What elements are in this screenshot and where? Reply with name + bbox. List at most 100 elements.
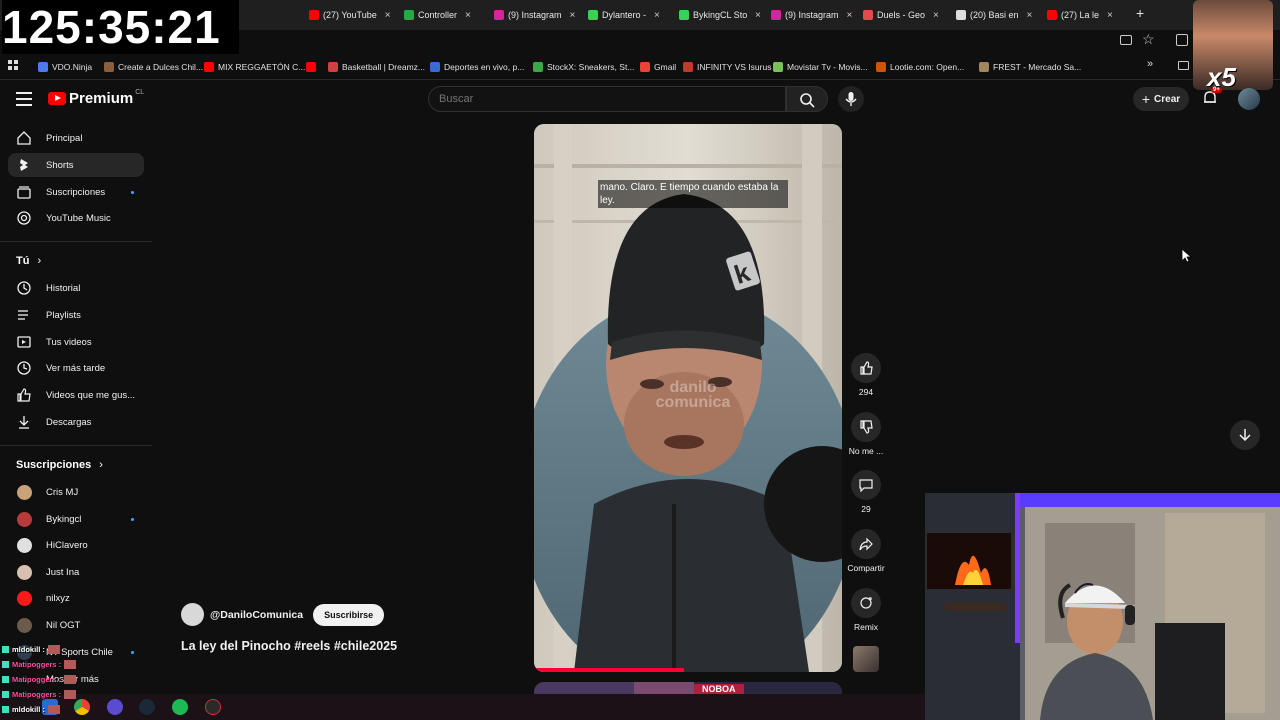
sound-thumbnail[interactable]: [853, 646, 879, 672]
music-icon: [16, 210, 32, 226]
bookmark-star-icon[interactable]: ☆: [1142, 31, 1155, 48]
browser-tab[interactable]: BykingCL Sto ×: [679, 6, 761, 24]
emote-icon: [64, 690, 77, 699]
search-button[interactable]: [786, 86, 828, 112]
downloads-icon: [16, 414, 32, 430]
sidebar-item-home[interactable]: Principal: [8, 126, 144, 150]
sidebar-item-label: Shorts: [46, 159, 74, 171]
sidebar-item-music[interactable]: YouTube Music: [8, 206, 144, 230]
channel-name[interactable]: @DaniloComunica: [210, 609, 303, 621]
account-avatar[interactable]: [1238, 88, 1260, 110]
obs-icon[interactable]: [205, 699, 221, 715]
tab-close-icon[interactable]: ×: [465, 10, 471, 21]
emote-icon: [64, 675, 77, 684]
browser-tab[interactable]: (27) YouTube ×: [309, 6, 391, 24]
you-section-heading[interactable]: Tú ›: [16, 255, 41, 267]
voice-search-button[interactable]: [838, 86, 864, 112]
sidebar-item-liked[interactable]: Videos que me gus...: [8, 383, 144, 407]
browser-tab[interactable]: Duels - Geo ×: [863, 6, 939, 24]
chat-username: Matipoggers :: [12, 690, 62, 699]
search-input[interactable]: [428, 86, 786, 112]
sidebar-subscription[interactable]: HiClavero: [8, 533, 144, 557]
tab-close-icon[interactable]: ×: [654, 10, 660, 21]
bookmark-item[interactable]: VDO.Ninja: [38, 60, 92, 74]
liked-icon: [16, 387, 32, 403]
bookmark-item[interactable]: INFINITY VS Isurus: [683, 60, 771, 74]
subs-heading-label: Suscripciones: [16, 459, 92, 471]
sidebar-item-your-videos[interactable]: Tus videos: [8, 330, 144, 354]
sidebar-subscription[interactable]: nilxyz: [8, 586, 144, 610]
share-button[interactable]: Compartir: [846, 529, 886, 573]
tab-close-icon[interactable]: ×: [847, 10, 853, 21]
tab-close-icon[interactable]: ×: [385, 10, 391, 21]
browser-tab[interactable]: Controller ×: [404, 6, 471, 24]
bookmark-item[interactable]: FREST - Mercado Sa...: [979, 60, 1081, 74]
bookmark-item[interactable]: MIX REGGAETÓN C...: [204, 60, 305, 74]
bookmark-item[interactable]: Create a Dulces Chil...: [104, 60, 203, 74]
region-code: CL: [135, 89, 145, 96]
bookmark-item[interactable]: Deportes en vivo, p...: [430, 60, 524, 74]
more-bookmarks-chevron-icon[interactable]: »: [1147, 58, 1153, 70]
browser-tab[interactable]: (9) Instagram ×: [771, 6, 852, 24]
short-video-player[interactable]: k mano. Claro. E tiempo cuando estaba la…: [534, 124, 842, 672]
sidebar-subscription[interactable]: Just Ina: [8, 560, 144, 584]
sidebar-item-history[interactable]: Historial: [8, 276, 144, 300]
remix-button[interactable]: Remix: [846, 588, 886, 632]
tab-close-icon[interactable]: ×: [755, 10, 761, 21]
app-icon[interactable]: [107, 699, 123, 715]
chrome-icon[interactable]: [74, 699, 90, 715]
sidebar-subscription[interactable]: Nil OGT: [8, 613, 144, 637]
dislike-button[interactable]: No me ...: [846, 412, 886, 456]
bookmark-item[interactable]: Movistar Tv - Movis...: [773, 60, 868, 74]
bookmark-favicon-icon: [640, 62, 650, 72]
sidebar-item-subscriptions[interactable]: Suscripciones: [8, 180, 144, 204]
like-button[interactable]: 294: [846, 353, 886, 397]
sidebar-item-label: Descargas: [46, 416, 92, 428]
bookmark-item[interactable]: StockX: Sneakers, St...: [533, 60, 634, 74]
comments-button[interactable]: 29: [846, 470, 886, 514]
hamburger-menu-icon[interactable]: [16, 92, 32, 106]
bookmark-item[interactable]: [306, 60, 320, 74]
chevron-right-icon: ›: [99, 459, 103, 471]
sidebar-item-shorts[interactable]: Shorts: [8, 153, 144, 177]
subscribe-button[interactable]: Suscribirse: [313, 603, 385, 626]
bookmark-favicon-icon: [430, 62, 440, 72]
history-icon: [16, 280, 32, 296]
steam-icon[interactable]: [139, 699, 155, 715]
spotify-icon[interactable]: [172, 699, 188, 715]
user-badge-icon: [2, 691, 9, 698]
extensions-icon[interactable]: [1176, 34, 1188, 46]
browser-tab[interactable]: (27) La le ×: [1047, 6, 1113, 24]
create-button[interactable]: + Crear: [1133, 87, 1189, 111]
sidebar-item-playlists[interactable]: Playlists: [8, 303, 144, 327]
browser-tab[interactable]: Dylantero - ×: [588, 6, 660, 24]
notifications-button[interactable]: 9+: [1202, 87, 1222, 106]
new-content-dot: [131, 650, 134, 654]
cast-icon[interactable]: [1120, 35, 1132, 45]
browser-tab[interactable]: (20) Basi en ×: [956, 6, 1032, 24]
tab-title: (9) Instagram: [785, 10, 839, 20]
tab-close-icon[interactable]: ×: [1027, 10, 1033, 21]
youtube-premium-logo[interactable]: Premium CL: [48, 89, 145, 107]
new-tab-button[interactable]: +: [1136, 5, 1144, 21]
sidebar-item-watch-later[interactable]: Ver más tarde: [8, 356, 144, 380]
apps-grid-icon[interactable]: [8, 60, 18, 70]
next-short-button[interactable]: [1230, 420, 1260, 450]
sidebar-item-downloads[interactable]: Descargas: [8, 410, 144, 434]
progress-bar[interactable]: [534, 668, 684, 672]
sidebar-subscription[interactable]: Cris MJ: [8, 480, 144, 504]
sidebar-subscription[interactable]: Bykingcl: [8, 507, 144, 531]
bookmark-label: INFINITY VS Isurus: [697, 62, 772, 72]
channel-avatar[interactable]: [181, 603, 204, 626]
bookmark-item[interactable]: Lootie.com: Open...: [876, 60, 964, 74]
bookmark-item[interactable]: Gmail: [640, 60, 676, 74]
subscriptions-section-heading[interactable]: Suscripciones ›: [16, 459, 103, 471]
tab-close-icon[interactable]: ×: [1107, 10, 1113, 21]
tab-close-icon[interactable]: ×: [933, 10, 939, 21]
sidebar-item-label: Suscripciones: [46, 186, 106, 198]
bookmark-item[interactable]: Basketball | Dreamz...: [328, 60, 425, 74]
tab-close-icon[interactable]: ×: [570, 10, 576, 21]
folder-icon[interactable]: [1178, 61, 1189, 70]
browser-tab[interactable]: (9) Instagram ×: [494, 6, 575, 24]
tab-favicon-icon: [494, 10, 504, 20]
